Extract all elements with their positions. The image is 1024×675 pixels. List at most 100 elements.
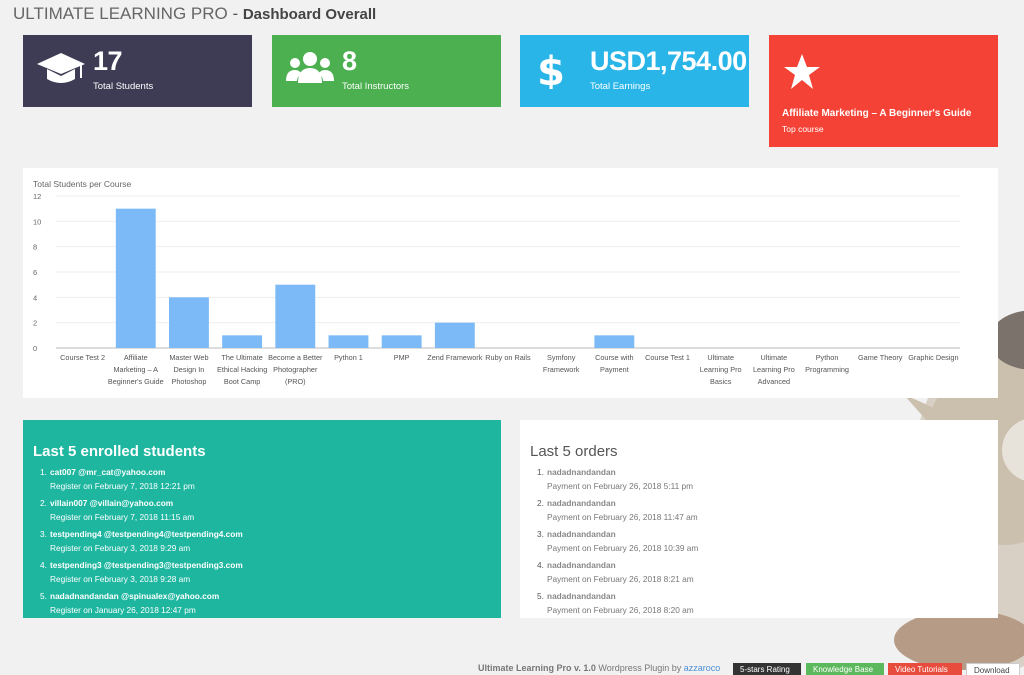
y-tick-label: 8 [33, 243, 37, 252]
total-students-value: 17 [93, 46, 123, 76]
enrolled-student-item-number: 3. [40, 529, 47, 539]
order-item-date: Payment on February 26, 2018 8:20 am [547, 605, 694, 615]
y-tick-label: 10 [33, 217, 41, 226]
page-title: Dashboard Overall [242, 6, 377, 23]
knowledge-base-button[interactable]: Knowledge Base [806, 663, 884, 675]
total-students-card: 17 Total Students [23, 35, 252, 107]
y-tick-label: 12 [33, 192, 41, 201]
enrolled-student-item-name[interactable]: cat007 @mr_cat@yahoo.com [50, 467, 243, 478]
order-item-date: Payment on February 26, 2018 11:47 am [547, 512, 698, 522]
chart-bar[interactable] [434, 322, 475, 348]
top-course-name[interactable]: Affiliate Marketing – A Beginner's Guide [782, 108, 971, 119]
x-tick-label: The Ultimate Ethical Hacking Boot Camp [217, 353, 267, 386]
total-instructors-label: Total Instructors [342, 81, 410, 92]
x-tick-label: Graphic Design [908, 353, 958, 362]
chart-canvas: Total Students per Course 0 2 4 6 8 10 12 Cours… [33, 179, 960, 386]
order-item-name[interactable]: nadadnandandan [547, 560, 698, 571]
dollar-icon: $ [537, 49, 565, 89]
orders-panel: Last 5 orders 1. nadadnandandan Payment on… [520, 420, 998, 618]
enrolled-student-item-number: 4. [40, 560, 47, 570]
order-item: 2. nadadnandandan Payment on February 26, … [537, 498, 698, 523]
chart-title: Total Students per Course [33, 179, 132, 189]
chart-bar[interactable] [594, 335, 635, 348]
footer-credit: Ultimate Learning Pro v. 1.0 Wordpress P… [478, 663, 720, 675]
order-item-number: 5. [537, 591, 544, 601]
enrolled-student-item-name[interactable]: testpending3 @testpending3@testpending3.… [50, 560, 243, 571]
total-instructors-value: 8 [342, 46, 357, 76]
download-button[interactable]: Download [966, 663, 1020, 675]
star-icon [784, 54, 820, 89]
video-tutorials-button[interactable]: Video Tutorials [888, 663, 962, 675]
order-item-number: 3. [537, 529, 544, 539]
order-item-date: Payment on February 26, 2018 5:11 pm [547, 481, 694, 491]
enrolled-student-item-date: Register on February 7, 2018 11:15 am [50, 512, 195, 522]
x-tick-label: Course with Payment [595, 353, 634, 374]
x-tick-label: Become a Better Photographer (PRO) [268, 353, 323, 386]
order-item: 3. nadadnandandan Payment on February 26, … [537, 529, 698, 554]
total-earnings-label: Total Earnings [590, 81, 651, 92]
x-tick-label: Affiliate Marketing – A Beginner's Guide [108, 353, 164, 386]
enrolled-student-item-date: Register on February 3, 2018 9:28 am [50, 574, 191, 584]
orders-list: 1. nadadnandandan Payment on February 26, … [537, 467, 698, 622]
enrolled-student-item-number: 1. [40, 467, 47, 477]
x-tick-label: Course Test 1 [645, 353, 690, 362]
x-tick-label: Python Programming [805, 353, 849, 374]
y-tick-label: 0 [33, 344, 37, 353]
enrolled-student-item: 2. villain007 @villain@yahoo.com Register … [40, 498, 243, 523]
enrolled-student-item: 5. nadadnandandan @spinualex@yahoo.com Reg… [40, 591, 243, 616]
enrolled-student-item-name[interactable]: villain007 @villain@yahoo.com [50, 498, 243, 509]
order-item-name[interactable]: nadadnandandan [547, 467, 698, 478]
x-tick-label: PMP [394, 353, 410, 362]
svg-text:$: $ [537, 49, 565, 89]
author-link[interactable]: azzaroco [684, 663, 721, 673]
order-item-number: 1. [537, 467, 544, 477]
x-tick-label: Ultimate Learning Pro Basics [700, 353, 742, 386]
total-earnings-value: USD1,754.00 [590, 46, 747, 76]
plugin-version: Ultimate Learning Pro v. 1.0 [478, 663, 596, 673]
enrolled-students-list: 1. cat007 @mr_cat@yahoo.com Register on Fe… [40, 467, 243, 622]
users-icon [286, 52, 334, 83]
enrolled-student-item-number: 5. [40, 591, 47, 601]
enrolled-student-item-name[interactable]: testpending4 @testpending4@testpending4.… [50, 529, 243, 540]
enrolled-student-item-date: Register on January 26, 2018 12:47 pm [50, 605, 196, 615]
rating-button[interactable]: 5-stars Rating [733, 663, 801, 675]
y-tick-label: 2 [33, 319, 37, 328]
x-tick-label: Ruby on Rails [485, 353, 531, 362]
footer-wp-text: Wordpress Plugin by [595, 663, 684, 673]
graduation-cap-icon [37, 53, 85, 83]
order-item: 5. nadadnandandan Payment on February 26, … [537, 591, 698, 616]
order-item-number: 2. [537, 498, 544, 508]
enrolled-students-title: Last 5 enrolled students [33, 443, 206, 460]
enrolled-student-item: 1. cat007 @mr_cat@yahoo.com Register on Fe… [40, 467, 243, 492]
order-item-number: 4. [537, 560, 544, 570]
enrolled-students-panel: Last 5 enrolled students 1. cat007 @mr_ca… [23, 420, 501, 618]
header-separator: - [227, 4, 243, 23]
top-course-card: Affiliate Marketing – A Beginner's Guide… [769, 35, 998, 147]
enrolled-student-item-name[interactable]: nadadnandandan @spinualex@yahoo.com [50, 591, 243, 602]
page-header: ULTIMATE LEARNING PRO - Dashboard Overal… [13, 4, 376, 24]
chart-bar[interactable] [328, 335, 369, 348]
orders-title: Last 5 orders [530, 443, 618, 460]
chart-bar[interactable] [169, 297, 209, 348]
order-item-date: Payment on February 26, 2018 8:21 am [547, 574, 694, 584]
enrolled-student-item-number: 2. [40, 498, 47, 508]
top-course-label: Top course [782, 124, 824, 134]
enrolled-student-item-date: Register on February 7, 2018 12:21 pm [50, 481, 195, 491]
chart-bar[interactable] [115, 208, 156, 348]
x-tick-label: Ultimate Learning Pro Advanced [753, 353, 795, 386]
students-per-course-chart: Total Students per Course 0 2 4 6 8 10 12 Cours… [23, 168, 998, 398]
order-item-name[interactable]: nadadnandandan [547, 591, 698, 602]
chart-bar[interactable] [275, 284, 316, 348]
x-tick-label: Symfony Framework [543, 353, 580, 374]
order-item: 4. nadadnandandan Payment on February 26, … [537, 560, 698, 585]
x-tick-label: Course Test 2 [60, 353, 105, 362]
order-item-name[interactable]: nadadnandandan [547, 498, 698, 509]
app-name: ULTIMATE LEARNING PRO [13, 4, 228, 23]
enrolled-student-item-date: Register on February 3, 2018 9:29 am [50, 543, 191, 553]
order-item-date: Payment on February 26, 2018 10:39 am [547, 543, 699, 553]
enrolled-student-item: 4. testpending3 @testpending3@testpending… [40, 560, 243, 585]
x-tick-label: Python 1 [334, 353, 363, 362]
chart-bar[interactable] [381, 335, 422, 348]
chart-bar[interactable] [222, 335, 263, 348]
order-item-name[interactable]: nadadnandandan [547, 529, 698, 540]
